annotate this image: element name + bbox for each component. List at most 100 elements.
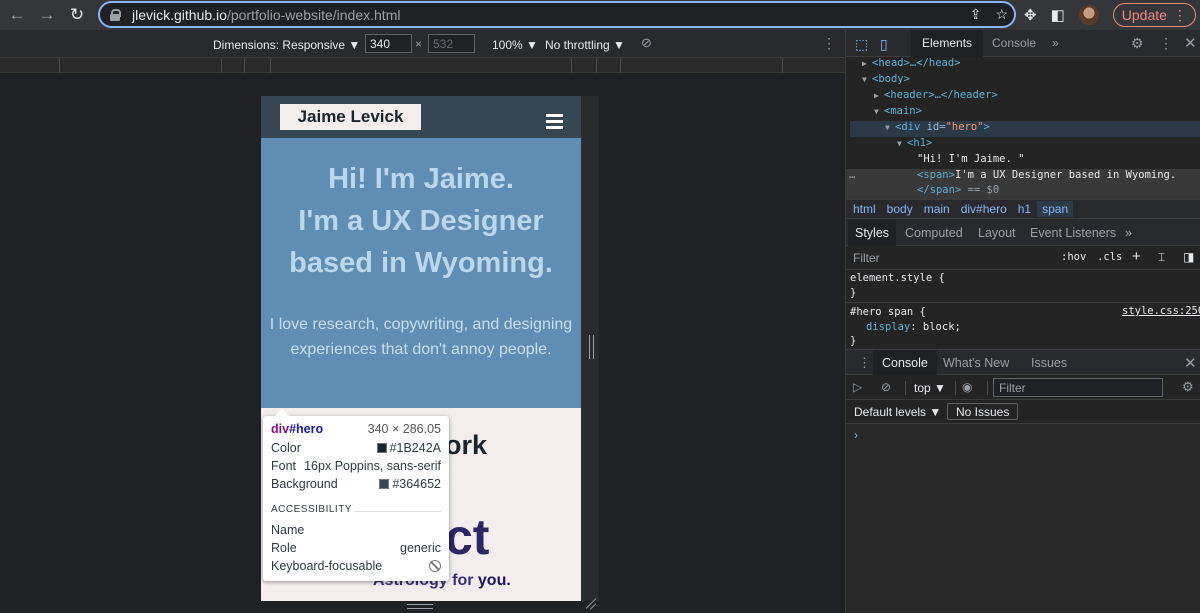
tag-text: > [983,121,990,133]
dom-node-h1[interactable]: ▼ <h1> [897,135,932,151]
drawer-tab-console[interactable]: Console [873,350,937,376]
resize-handle-corner[interactable] [584,598,596,610]
side-panel-icon[interactable]: ◧ [1051,6,1065,24]
tooltip-selector: div#hero [271,422,323,436]
rule-separator [846,302,1200,303]
more-options-icon[interactable]: ⋮ [822,35,836,52]
back-icon[interactable]: ← [2,0,32,30]
throttling-select[interactable]: No throttling ▼ [545,38,625,52]
tagline-emphasis: you. [477,572,511,589]
element-style-selector[interactable]: element.style { [850,271,945,286]
dom-node-body[interactable]: ▼ <body> [862,71,910,87]
drawer-kebab-icon[interactable]: ⋮ [858,355,871,371]
tag-text: <span> [917,169,955,181]
close-devtools-icon[interactable]: ✕ [1184,34,1197,52]
settings-gear-icon[interactable]: ⚙ [1131,35,1144,52]
tab-console[interactable]: Console [981,30,1047,57]
site-logo[interactable]: Jaime Levick [280,104,421,130]
default-levels-select[interactable]: Default levels ▼ [854,405,941,419]
breadcrumb-span[interactable]: span [1037,201,1074,217]
not-focusable-icon [429,560,441,572]
reload-icon[interactable]: ↻ [62,0,92,30]
bookmark-star-icon[interactable]: ☆ [995,6,1008,23]
hamburger-menu-icon[interactable] [546,114,563,129]
inspect-element-icon[interactable]: ⬚ [855,36,868,53]
project-title-fragment: ct [445,509,490,565]
device-toggle-icon[interactable]: ▯ [880,36,888,53]
console-sidebar-icon[interactable]: ▷ [853,380,862,394]
dom-node-main[interactable]: ▼ <main> [874,103,922,119]
tab-styles[interactable]: Styles [848,220,897,246]
resize-handle-right[interactable] [589,335,594,359]
styles-rules: element.style { } #hero span { style.css… [846,270,1200,348]
breadcrumb-div-hero[interactable]: div#hero [961,202,1007,216]
dom-node-div-hero[interactable]: ▼ <div id="hero"> [885,119,990,135]
devtools-kebab-icon[interactable]: ⋮ [1159,35,1173,52]
dom-node-header[interactable]: ▶ <header>…</header> [874,87,998,103]
tooltip-role-value: generic [400,541,441,555]
hero-line-1: Hi! I'm Jaime. [328,163,514,195]
breadcrumb-main[interactable]: main [924,202,950,216]
toggle-sidebar-icon[interactable]: ◨ [1183,250,1194,264]
update-label: Update [1121,7,1167,23]
tooltip-label: Role [271,541,297,555]
color-palette-icon[interactable]: ⌶ [1158,250,1165,265]
address-bar[interactable]: jlevick.github.io/portfolio-website/inde… [98,1,1016,28]
clear-console-icon[interactable]: ⊘ [881,380,891,394]
devtools-panel: ⬚ ▯ Elements Console » ⚙ ⋮ ✕ ▶ <head>…</h… [845,30,1200,613]
tooltip-label: Background [271,477,338,491]
forward-icon[interactable]: → [32,0,62,30]
tooltip-label: Font [271,459,297,473]
share-icon[interactable]: ⇪ [970,6,982,23]
kebab-icon: ⋮ [1172,6,1187,23]
context-select[interactable]: top ▼ [914,381,946,395]
tag-text: <body> [872,73,910,85]
console-settings-icon[interactable]: ⚙ [1182,379,1194,395]
tab-computed[interactable]: Computed [898,220,970,246]
no-issues-button[interactable]: No Issues [947,403,1019,420]
tooltip-label: Name [271,523,305,537]
breadcrumb-h1[interactable]: h1 [1018,202,1031,216]
cls-toggle[interactable]: .cls [1097,251,1122,263]
tag-text: </span> [917,184,962,196]
tooltip-label: Keyboard-focusable [271,559,383,573]
profile-avatar[interactable] [1078,5,1099,25]
more-subtabs-icon[interactable]: » [1118,220,1139,246]
rule-property[interactable]: display: block; [866,320,961,335]
more-tabs-icon[interactable]: » [1041,30,1070,57]
zoom-select[interactable]: 100% ▼ [492,38,538,52]
console-filter-input[interactable]: Filter [993,378,1163,397]
media-query-ruler[interactable] [0,58,845,73]
tag-text: <h1> [907,137,933,149]
extensions-icon[interactable]: ✥ [1024,6,1037,24]
dom-node-span[interactable]: <span>I'm a UX Designer based in Wyoming… [917,167,1176,183]
breadcrumb-body[interactable]: body [887,202,913,216]
tag-text: <head>…</head> [872,57,961,69]
dom-text-node[interactable]: "Hi! I'm Jaime. " [917,151,1024,167]
tab-elements[interactable]: Elements [911,30,984,57]
dimensions-select[interactable]: Dimensions: Responsive ▼ [213,38,360,52]
tab-event-listeners[interactable]: Event Listeners [1023,220,1123,246]
rotate-disabled-icon[interactable]: ⊘ [641,35,652,51]
width-input[interactable]: 340 [365,34,412,53]
tab-layout[interactable]: Layout [971,220,1023,246]
drawer-tab-whats-new[interactable]: What's New [934,350,1018,376]
hov-toggle[interactable]: :hov [1061,251,1086,263]
styles-filter-input[interactable]: Filter [853,251,880,265]
rule-source-link[interactable]: style.css:250 [1122,305,1200,317]
breadcrumb-html[interactable]: html [853,202,876,216]
tooltip-background-value: #364652 [379,477,441,491]
new-rule-icon[interactable]: + [1132,248,1141,265]
dom-ellipsis-icon[interactable]: … [849,167,855,183]
height-input[interactable]: 532 [428,34,475,53]
drawer-tab-issues[interactable]: Issues [1022,350,1076,376]
dom-node-span-close[interactable]: </span> == $0 [917,182,999,198]
drawer-tabbar: ⋮ Console What's New Issues ✕ [846,349,1200,376]
update-button[interactable]: Update ⋮ [1112,3,1196,27]
rule-selector[interactable]: #hero span { [850,305,926,320]
live-expression-eye-icon[interactable]: ◉ [962,380,972,394]
dom-node-head[interactable]: ▶ <head>…</head> [862,55,961,71]
console-prompt[interactable]: › [854,428,858,442]
close-drawer-icon[interactable]: ✕ [1184,354,1197,372]
resize-handle-bottom[interactable] [407,604,433,609]
